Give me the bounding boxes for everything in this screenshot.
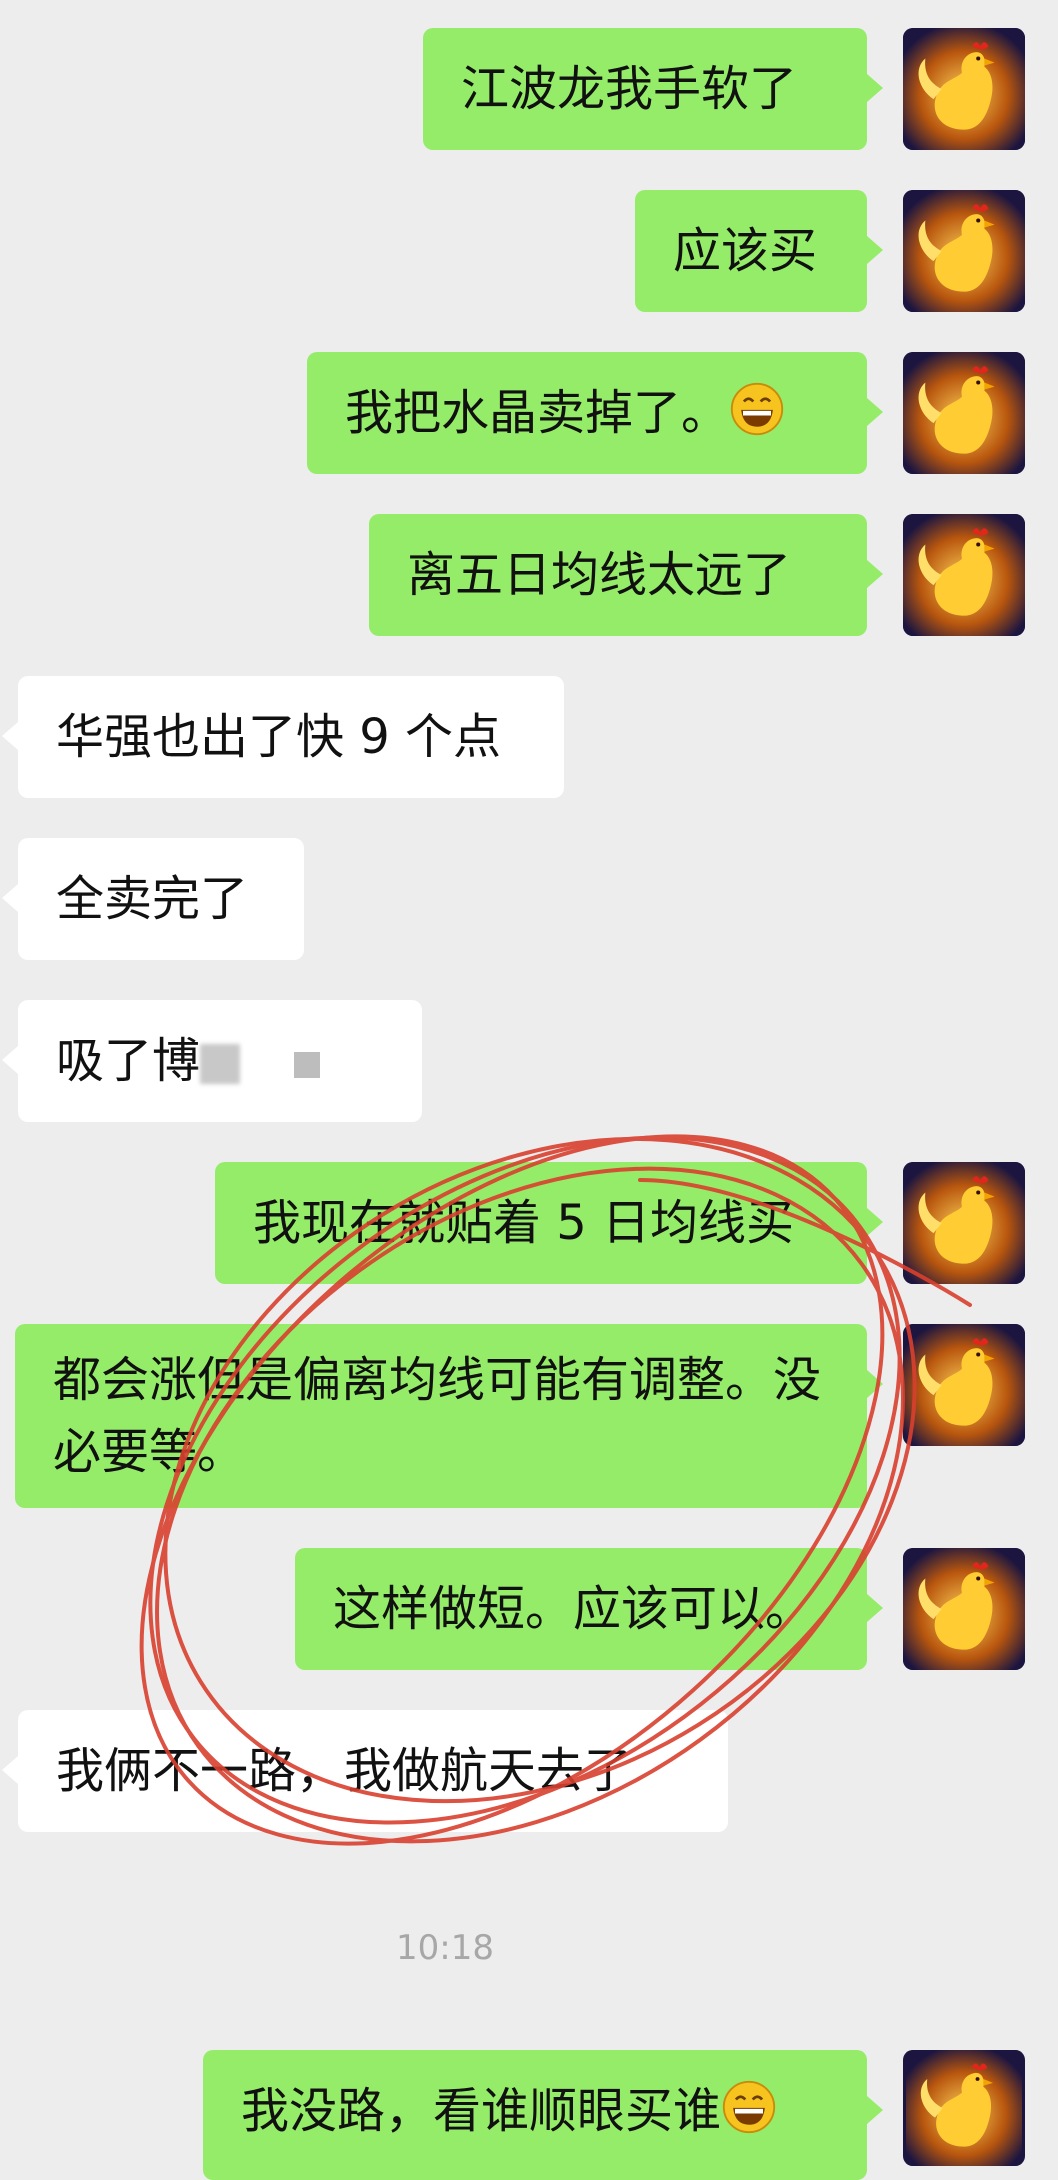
avatar[interactable] (903, 2050, 1025, 2166)
bubble-tail (867, 1594, 883, 1622)
message-text: 我俩不一路，我做航天去了 (56, 1743, 633, 1799)
message-bubble-received[interactable]: 吸了博 (2, 1000, 422, 1122)
bubble-tail (2, 722, 18, 750)
golden-rooster-avatar-icon (903, 1162, 1025, 1284)
avatar[interactable] (903, 1162, 1025, 1284)
message-text: 都会涨但是偏离均线可能有调整。没必要等。 (53, 1352, 822, 1480)
golden-rooster-avatar-icon (903, 1548, 1025, 1670)
bubble-tail (867, 1208, 883, 1236)
avatar[interactable] (903, 28, 1025, 150)
bubble-tail (867, 1370, 883, 1398)
message-text-content: 我没路，看谁顺眼买谁 (241, 2083, 722, 2139)
avatar[interactable] (903, 1548, 1025, 1670)
grinning-face-emoji-icon (729, 381, 785, 437)
bubble-tail (2, 1756, 18, 1784)
message-bubble-sent[interactable]: 江波龙我手软了 (423, 28, 883, 150)
message-bubble-received[interactable]: 华强也出了快 9 个点 (2, 676, 564, 798)
message-bubble-sent[interactable]: 应该买 (635, 190, 883, 312)
message-text-content: 吸了博 (56, 1033, 201, 1089)
golden-rooster-avatar-icon (903, 514, 1025, 636)
message-timestamp: 10:18 (396, 1928, 494, 1968)
message-text: 全卖完了 (56, 871, 249, 927)
message-bubble-received[interactable]: 全卖完了 (2, 838, 304, 960)
message-bubble-sent[interactable]: 这样做短。应该可以。 (295, 1548, 883, 1670)
bubble-tail (2, 884, 18, 912)
avatar[interactable] (903, 352, 1025, 474)
bubble-tail (867, 236, 883, 264)
bubble-tail (867, 398, 883, 426)
message-text: 我现在就贴着 5 日均线买 (253, 1195, 795, 1251)
golden-rooster-avatar-icon (906, 2050, 1022, 2166)
chat-message-list: 江波龙我手软了 应该买 我把水晶卖掉了。 离五日均线太远了 华强也出了快 9 个… (0, 0, 1058, 2180)
avatar[interactable] (903, 1324, 1025, 1446)
golden-rooster-avatar-icon (903, 28, 1025, 150)
message-text: 这样做短。应该可以。 (333, 1581, 814, 1637)
message-text: 江波龙我手软了 (461, 61, 798, 117)
redacted-region (200, 1034, 360, 1094)
bubble-tail (867, 560, 883, 588)
message-text: 华强也出了快 9 个点 (56, 709, 502, 765)
message-text: 应该买 (673, 223, 818, 279)
avatar[interactable] (903, 514, 1025, 636)
message-bubble-received[interactable]: 我俩不一路，我做航天去了 (2, 1710, 728, 1832)
message-text: 我没路，看谁顺眼买谁 (241, 2076, 829, 2146)
golden-rooster-avatar-icon (903, 352, 1025, 474)
message-text: 离五日均线太远了 (407, 547, 792, 603)
golden-rooster-avatar-icon (903, 190, 1025, 312)
bubble-tail (2, 1046, 18, 1074)
message-bubble-sent[interactable]: 我现在就贴着 5 日均线买 (215, 1162, 883, 1284)
message-bubble-sent[interactable]: 都会涨但是偏离均线可能有调整。没必要等。 (15, 1324, 883, 1508)
avatar[interactable] (903, 190, 1025, 312)
bubble-tail (867, 2096, 883, 2124)
message-text: 我把水晶卖掉了。 (345, 378, 829, 448)
message-text-content: 我把水晶卖掉了。 (345, 385, 730, 441)
message-text: 吸了博 (56, 1026, 384, 1096)
grinning-face-emoji-icon (721, 2079, 777, 2135)
message-bubble-sent[interactable]: 离五日均线太远了 (369, 514, 883, 636)
message-bubble-sent[interactable]: 我没路，看谁顺眼买谁 (203, 2050, 883, 2180)
message-bubble-sent[interactable]: 我把水晶卖掉了。 (307, 352, 883, 474)
golden-rooster-avatar-icon (903, 1324, 1025, 1446)
bubble-tail (867, 74, 883, 102)
